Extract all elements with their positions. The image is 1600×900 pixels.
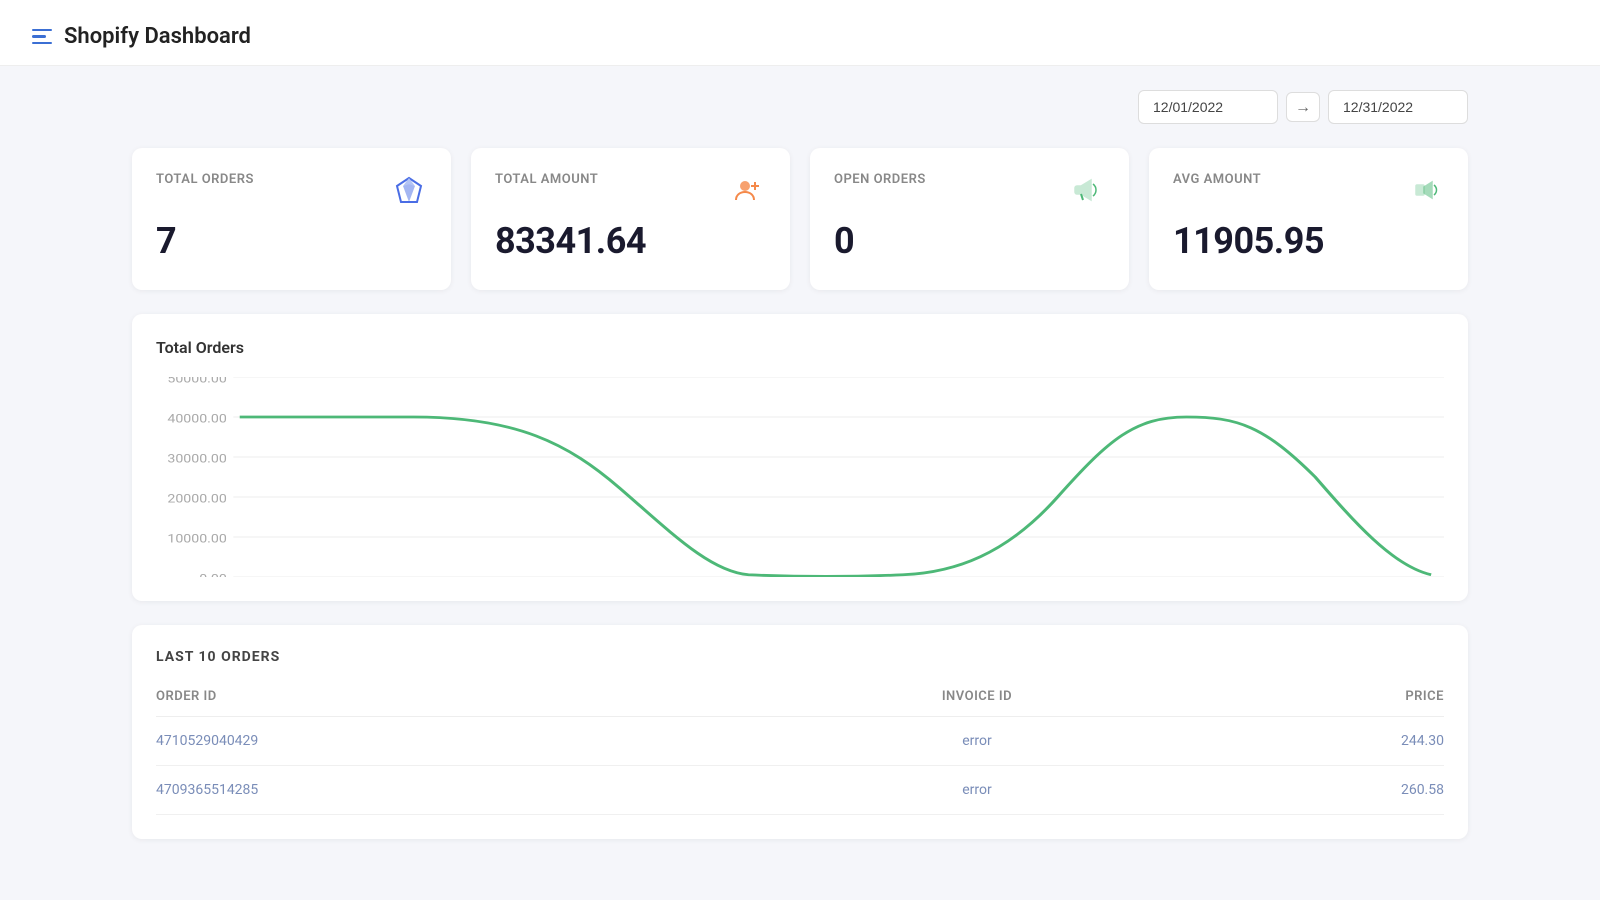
table-row: 4709365514285error260.58 <box>156 766 1444 815</box>
col-header-order-id: ORDER ID <box>156 689 767 717</box>
stat-card-total-orders: TOTAL ORDERS 7 <box>132 148 451 290</box>
cell-order-id: 4709365514285 <box>156 766 767 815</box>
orders-title: LAST 10 ORDERS <box>156 649 1444 665</box>
chart-svg: 50000.00 40000.00 30000.00 20000.00 1000… <box>156 377 1444 577</box>
stat-value-total-orders: 7 <box>156 220 427 262</box>
page-title: Shopify Dashboard <box>64 24 251 49</box>
stat-card-total-amount: TOTAL AMOUNT 83341.64 <box>471 148 790 290</box>
cell-invoice-id: error <box>767 766 1187 815</box>
chart-container: 50000.00 40000.00 30000.00 20000.00 1000… <box>156 377 1444 577</box>
table-row: 4710529040429error244.30 <box>156 717 1444 766</box>
svg-text:0.00: 0.00 <box>199 572 227 577</box>
speaker-icon <box>1408 172 1444 208</box>
date-range-container: → <box>132 90 1468 124</box>
chart-title: Total Orders <box>156 338 1444 357</box>
end-date-input[interactable] <box>1328 90 1468 124</box>
svg-text:50000.00: 50000.00 <box>167 377 226 386</box>
date-arrow-icon: → <box>1286 92 1320 122</box>
cell-order-id: 4710529040429 <box>156 717 767 766</box>
svg-text:10000.00: 10000.00 <box>167 532 226 546</box>
svg-text:30000.00: 30000.00 <box>167 452 226 466</box>
stat-value-open-orders: 0 <box>834 220 1105 262</box>
megaphone-icon <box>1069 172 1105 208</box>
cell-price: 244.30 <box>1187 717 1444 766</box>
chart-card: Total Orders 50000.00 40000.00 30000.00 … <box>132 314 1468 601</box>
stat-value-total-amount: 83341.64 <box>495 220 766 262</box>
col-header-invoice-id: INVOICE ID <box>767 689 1187 717</box>
orders-table: ORDER ID INVOICE ID PRICE 4710529040429e… <box>156 689 1444 815</box>
cell-price: 260.58 <box>1187 766 1444 815</box>
stat-label-avg-amount: AVG AMOUNT <box>1173 172 1261 187</box>
stat-label-total-amount: TOTAL AMOUNT <box>495 172 598 187</box>
col-header-price: PRICE <box>1187 689 1444 717</box>
diamond-icon <box>391 172 427 208</box>
svg-text:20000.00: 20000.00 <box>167 492 226 506</box>
stat-value-avg-amount: 11905.95 <box>1173 220 1444 262</box>
stat-card-avg-amount: AVG AMOUNT 11905.95 <box>1149 148 1468 290</box>
stat-card-open-orders: OPEN ORDERS 0 <box>810 148 1129 290</box>
stat-label-open-orders: OPEN ORDERS <box>834 172 926 187</box>
table-header-row: ORDER ID INVOICE ID PRICE <box>156 689 1444 717</box>
cell-invoice-id: error <box>767 717 1187 766</box>
start-date-input[interactable] <box>1138 90 1278 124</box>
header: Shopify Dashboard <box>0 0 1600 66</box>
stat-label-total-orders: TOTAL ORDERS <box>156 172 254 187</box>
menu-icon[interactable] <box>32 29 52 45</box>
svg-text:40000.00: 40000.00 <box>167 412 226 426</box>
user-plus-icon <box>730 172 766 208</box>
stats-grid: TOTAL ORDERS 7 TOTAL AMOUNT <box>132 148 1468 290</box>
orders-card: LAST 10 ORDERS ORDER ID INVOICE ID PRICE… <box>132 625 1468 839</box>
